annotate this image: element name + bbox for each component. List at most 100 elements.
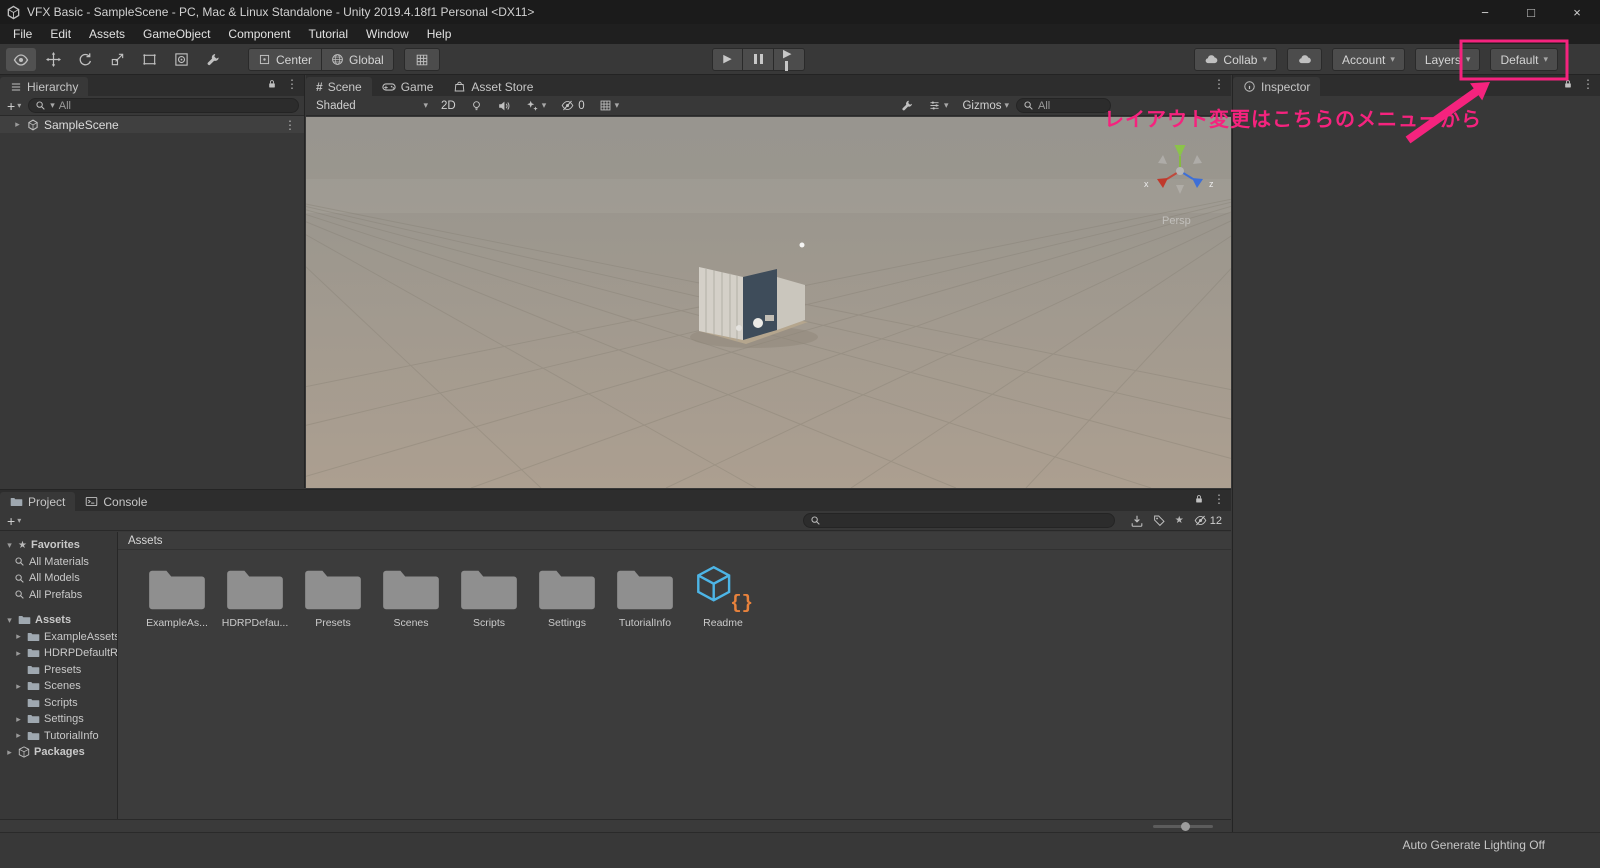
panel-menu-icon[interactable]: ⋮ [1582, 78, 1594, 90]
tree-item-scripts[interactable]: Scripts [0, 695, 117, 712]
close-button[interactable]: × [1554, 0, 1600, 24]
project-create-button[interactable]: + ▾ [5, 514, 23, 528]
menu-gameobject[interactable]: GameObject [134, 27, 219, 41]
tab-inspector[interactable]: Inspector [1233, 77, 1321, 96]
caret-right-icon[interactable]: ▸ [14, 648, 23, 658]
rect-tool-button[interactable] [134, 48, 164, 71]
caret-right-icon[interactable]: ▸ [14, 714, 23, 724]
panel-menu-icon[interactable]: ⋮ [286, 78, 298, 90]
label-tag-icon[interactable] [1153, 514, 1166, 527]
tab-game[interactable]: Game [372, 77, 444, 96]
caret-down-icon[interactable]: ▾ [5, 615, 14, 625]
menu-help[interactable]: Help [418, 27, 461, 41]
scene-grid-dropdown[interactable]: ▾ [592, 96, 627, 115]
search-filter-caret-icon[interactable]: ▾ [50, 101, 55, 110]
tree-item-tutorialinfo[interactable]: ▸ TutorialInfo [0, 728, 117, 745]
asset-item-tutorialinfo[interactable]: TutorialInfo [606, 562, 684, 629]
panel-menu-icon[interactable]: ⋮ [1213, 493, 1225, 505]
tree-favorite-all-models[interactable]: All Models [0, 570, 117, 587]
transform-tool-button[interactable] [166, 48, 196, 71]
asset-item-presets[interactable]: Presets [294, 562, 372, 629]
hidden-objects-toggle[interactable]: 0 [553, 96, 591, 115]
hierarchy-search-field[interactable]: ▾ All [28, 98, 299, 113]
view-tool-button[interactable] [6, 48, 36, 71]
hierarchy-item-samplescene[interactable]: ▸ SampleScene ⋮ [0, 116, 304, 133]
menu-edit[interactable]: Edit [41, 27, 80, 41]
scene-search-field[interactable]: All [1016, 98, 1111, 113]
project-search-field[interactable] [802, 513, 1115, 528]
shading-mode-dropdown[interactable]: Shaded ▾ [310, 100, 434, 112]
import-package-icon[interactable] [1130, 514, 1144, 528]
panel-menu-icon[interactable]: ⋮ [1213, 78, 1225, 90]
favorites-filter-icon[interactable]: ★ [1175, 515, 1184, 526]
grid-snap-button[interactable] [404, 48, 440, 71]
lighting-status-label[interactable]: Auto Generate Lighting Off [1402, 838, 1545, 852]
collab-dropdown[interactable]: Collab ▾ [1194, 48, 1277, 71]
tab-scene[interactable]: # Scene [306, 77, 372, 96]
camera-settings-dropdown[interactable]: ▾ [921, 96, 956, 115]
step-button[interactable]: ▶ [774, 48, 805, 71]
cloud-services-button[interactable] [1286, 48, 1322, 71]
caret-right-icon[interactable]: ▸ [14, 632, 23, 641]
light-gizmo-dot[interactable] [799, 242, 805, 248]
asset-item-scenes[interactable]: Scenes [372, 562, 450, 629]
icon-size-slider[interactable] [1153, 822, 1213, 831]
hidden-count-toggle[interactable]: 12 [1193, 514, 1222, 527]
asset-item-readme[interactable]: {} Readme [684, 562, 762, 629]
asset-item-settings[interactable]: Settings [528, 562, 606, 629]
item-menu-icon[interactable]: ⋮ [284, 119, 296, 131]
maximize-button[interactable]: □ [1508, 0, 1554, 24]
tab-project[interactable]: Project [0, 492, 76, 511]
slider-handle[interactable] [1181, 822, 1190, 831]
toggle-2d-button[interactable]: 2D [434, 96, 463, 115]
orientation-toggle-button[interactable]: Global [322, 48, 394, 71]
rotate-tool-button[interactable] [70, 48, 100, 71]
tree-item-scenes[interactable]: ▸ Scenes [0, 678, 117, 695]
scene-audio-toggle[interactable] [490, 96, 518, 115]
camera-projection-label[interactable]: Persp [1162, 215, 1191, 227]
scale-tool-button[interactable] [102, 48, 132, 71]
asset-item-scripts[interactable]: Scripts [450, 562, 528, 629]
foldout-icon[interactable]: ▸ [13, 120, 22, 129]
tree-item-presets[interactable]: Presets [0, 662, 117, 679]
minimize-button[interactable]: − [1462, 0, 1508, 24]
menu-tutorial[interactable]: Tutorial [299, 27, 357, 41]
lock-icon[interactable] [267, 78, 277, 90]
menu-file[interactable]: File [4, 27, 41, 41]
hierarchy-create-button[interactable]: + ▾ [5, 99, 23, 113]
editor-tools-button[interactable] [894, 96, 921, 115]
tree-assets-root[interactable]: ▾ Assets [0, 612, 117, 629]
layout-dropdown[interactable]: Default ▾ [1490, 48, 1558, 71]
asset-item-hdrpdefaultresources[interactable]: HDRPDefau... [216, 562, 294, 629]
menu-window[interactable]: Window [357, 27, 418, 41]
asset-item-exampleassets[interactable]: ExampleAs... [138, 562, 216, 629]
menu-component[interactable]: Component [219, 27, 299, 41]
caret-right-icon[interactable]: ▸ [5, 747, 14, 757]
caret-down-icon[interactable]: ▾ [5, 540, 14, 550]
tab-hierarchy[interactable]: Hierarchy [0, 77, 89, 96]
scene-viewport[interactable]: x z Persp [306, 117, 1231, 488]
tree-favorite-all-materials[interactable]: All Materials [0, 554, 117, 571]
scene-effects-dropdown[interactable]: ▾ [518, 96, 554, 115]
layers-dropdown[interactable]: Layers ▾ [1414, 48, 1481, 71]
caret-right-icon[interactable]: ▸ [14, 681, 23, 691]
tree-favorites-root[interactable]: ▾ ★ Favorites [0, 537, 117, 554]
scene-lighting-toggle[interactable] [463, 96, 490, 115]
pivot-toggle-button[interactable]: Center [248, 48, 323, 71]
custom-tool-button[interactable] [198, 48, 228, 71]
tab-console[interactable]: Console [75, 492, 157, 511]
tree-item-settings[interactable]: ▸ Settings [0, 711, 117, 728]
tree-item-exampleassets[interactable]: ▸ ExampleAssets [0, 629, 117, 646]
lock-icon[interactable] [1563, 78, 1573, 90]
play-button[interactable]: ▶ [712, 48, 743, 71]
tree-item-hdrpdefaultresources[interactable]: ▸ HDRPDefaultResources [0, 645, 117, 662]
caret-right-icon[interactable]: ▸ [14, 731, 23, 740]
tab-asset-store[interactable]: Asset Store [443, 77, 543, 96]
menu-assets[interactable]: Assets [80, 27, 134, 41]
tree-favorite-all-prefabs[interactable]: All Prefabs [0, 587, 117, 604]
gizmos-dropdown[interactable]: Gizmos ▾ [955, 96, 1016, 115]
lock-icon[interactable] [1194, 493, 1204, 505]
tree-packages-root[interactable]: ▸ Packages [0, 744, 117, 761]
move-tool-button[interactable] [38, 48, 68, 71]
pause-button[interactable] [743, 48, 774, 71]
